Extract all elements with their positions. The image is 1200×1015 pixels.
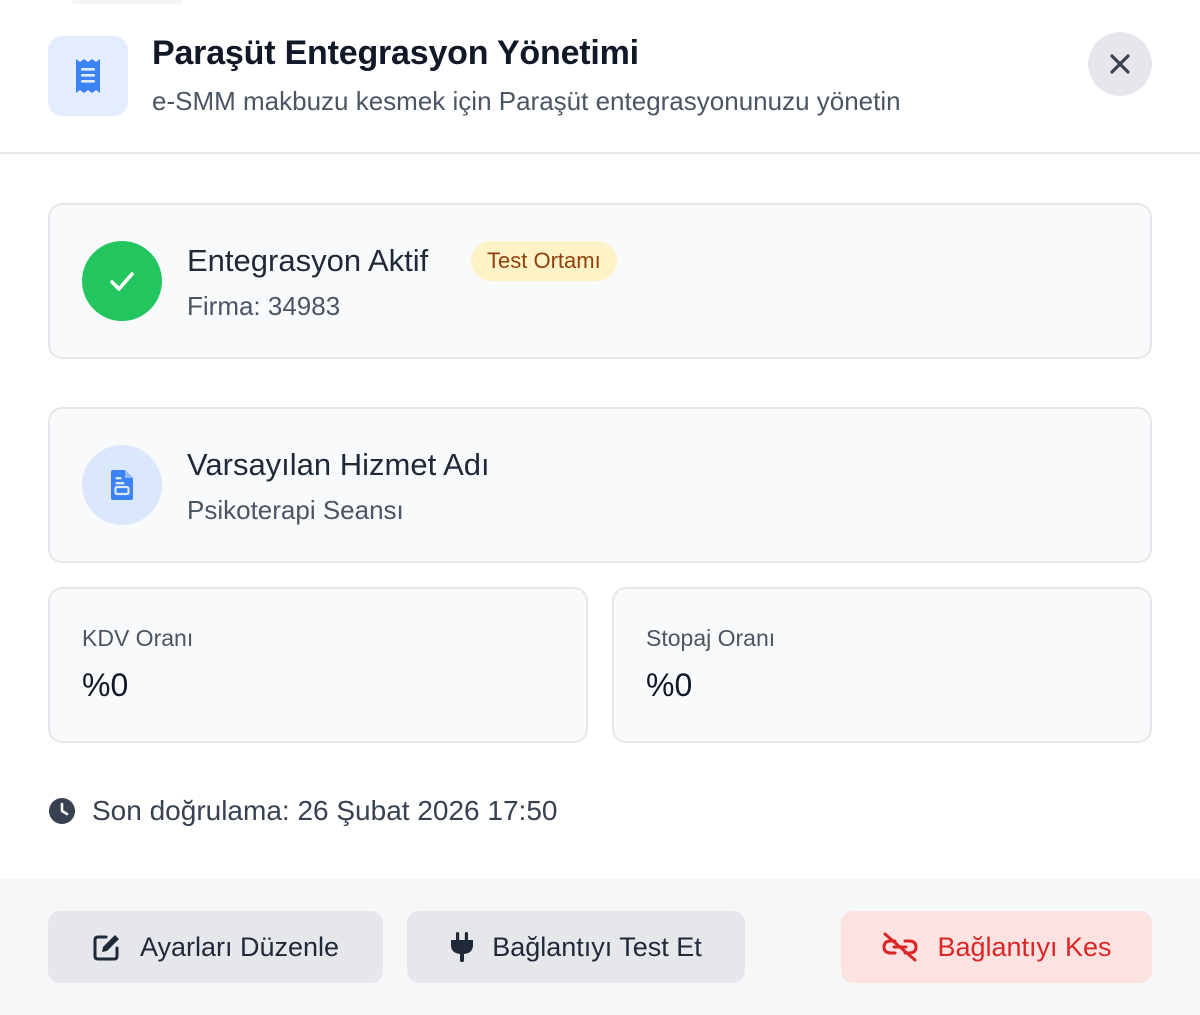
disconnect-label: Bağlantıyı Kes [937,931,1112,962]
disconnect-button[interactable]: Bağlantıyı Kes [841,911,1152,983]
stopaj-rate-card: Stopaj Oranı %0 [612,587,1152,743]
edit-settings-button[interactable]: Ayarları Düzenle [48,911,383,983]
integration-status-title: Entegrasyon Aktif [187,243,429,278]
close-icon [1109,53,1131,75]
stopaj-rate-value: %0 [646,667,693,703]
modal-footer: Ayarları Düzenle Bağlantıyı Test Et Bağl… [0,879,1200,1015]
edit-settings-label: Ayarları Düzenle [139,931,340,962]
last-verification: Son doğrulama: 26 Şubat 2026 17:50 [48,794,557,828]
unlink-icon [881,932,919,962]
plug-icon [450,931,474,963]
modal-header: Paraşüt Entegrasyon Yönetimi e-SMM makbu… [0,0,1200,154]
modal-subtitle: e-SMM makbuzu kesmek için Paraşüt entegr… [152,86,901,116]
integration-status-card: Entegrasyon Aktif Test Ortamı Firma: 349… [48,203,1152,359]
test-environment-badge: Test Ortamı [471,241,617,281]
last-verification-text: Son doğrulama: 26 Şubat 2026 17:50 [92,795,558,826]
firma-id: Firma: 34983 [187,291,341,321]
clock-icon [48,797,76,825]
default-service-value: Psikoterapi Seansı [187,495,404,525]
edit-icon [92,932,122,962]
test-connection-label: Bağlantıyı Test Et [492,931,702,962]
receipt-icon [48,36,128,116]
stopaj-rate-label: Stopaj Oranı [646,625,776,651]
test-connection-button[interactable]: Bağlantıyı Test Et [407,911,745,983]
modal-title: Paraşüt Entegrasyon Yönetimi [152,34,639,72]
default-service-title: Varsayılan Hizmet Adı [187,447,490,482]
kdv-rate-label: KDV Oranı [82,625,194,651]
close-button[interactable] [1088,32,1152,96]
document-icon [82,445,162,525]
kdv-rate-value: %0 [82,667,129,703]
kdv-rate-card: KDV Oranı %0 [48,587,588,743]
parasut-integration-modal: Paraşüt Entegrasyon Yönetimi e-SMM makbu… [0,0,1200,1015]
check-icon [82,241,162,321]
default-service-card: Varsayılan Hizmet Adı Psikoterapi Seansı [48,407,1152,563]
